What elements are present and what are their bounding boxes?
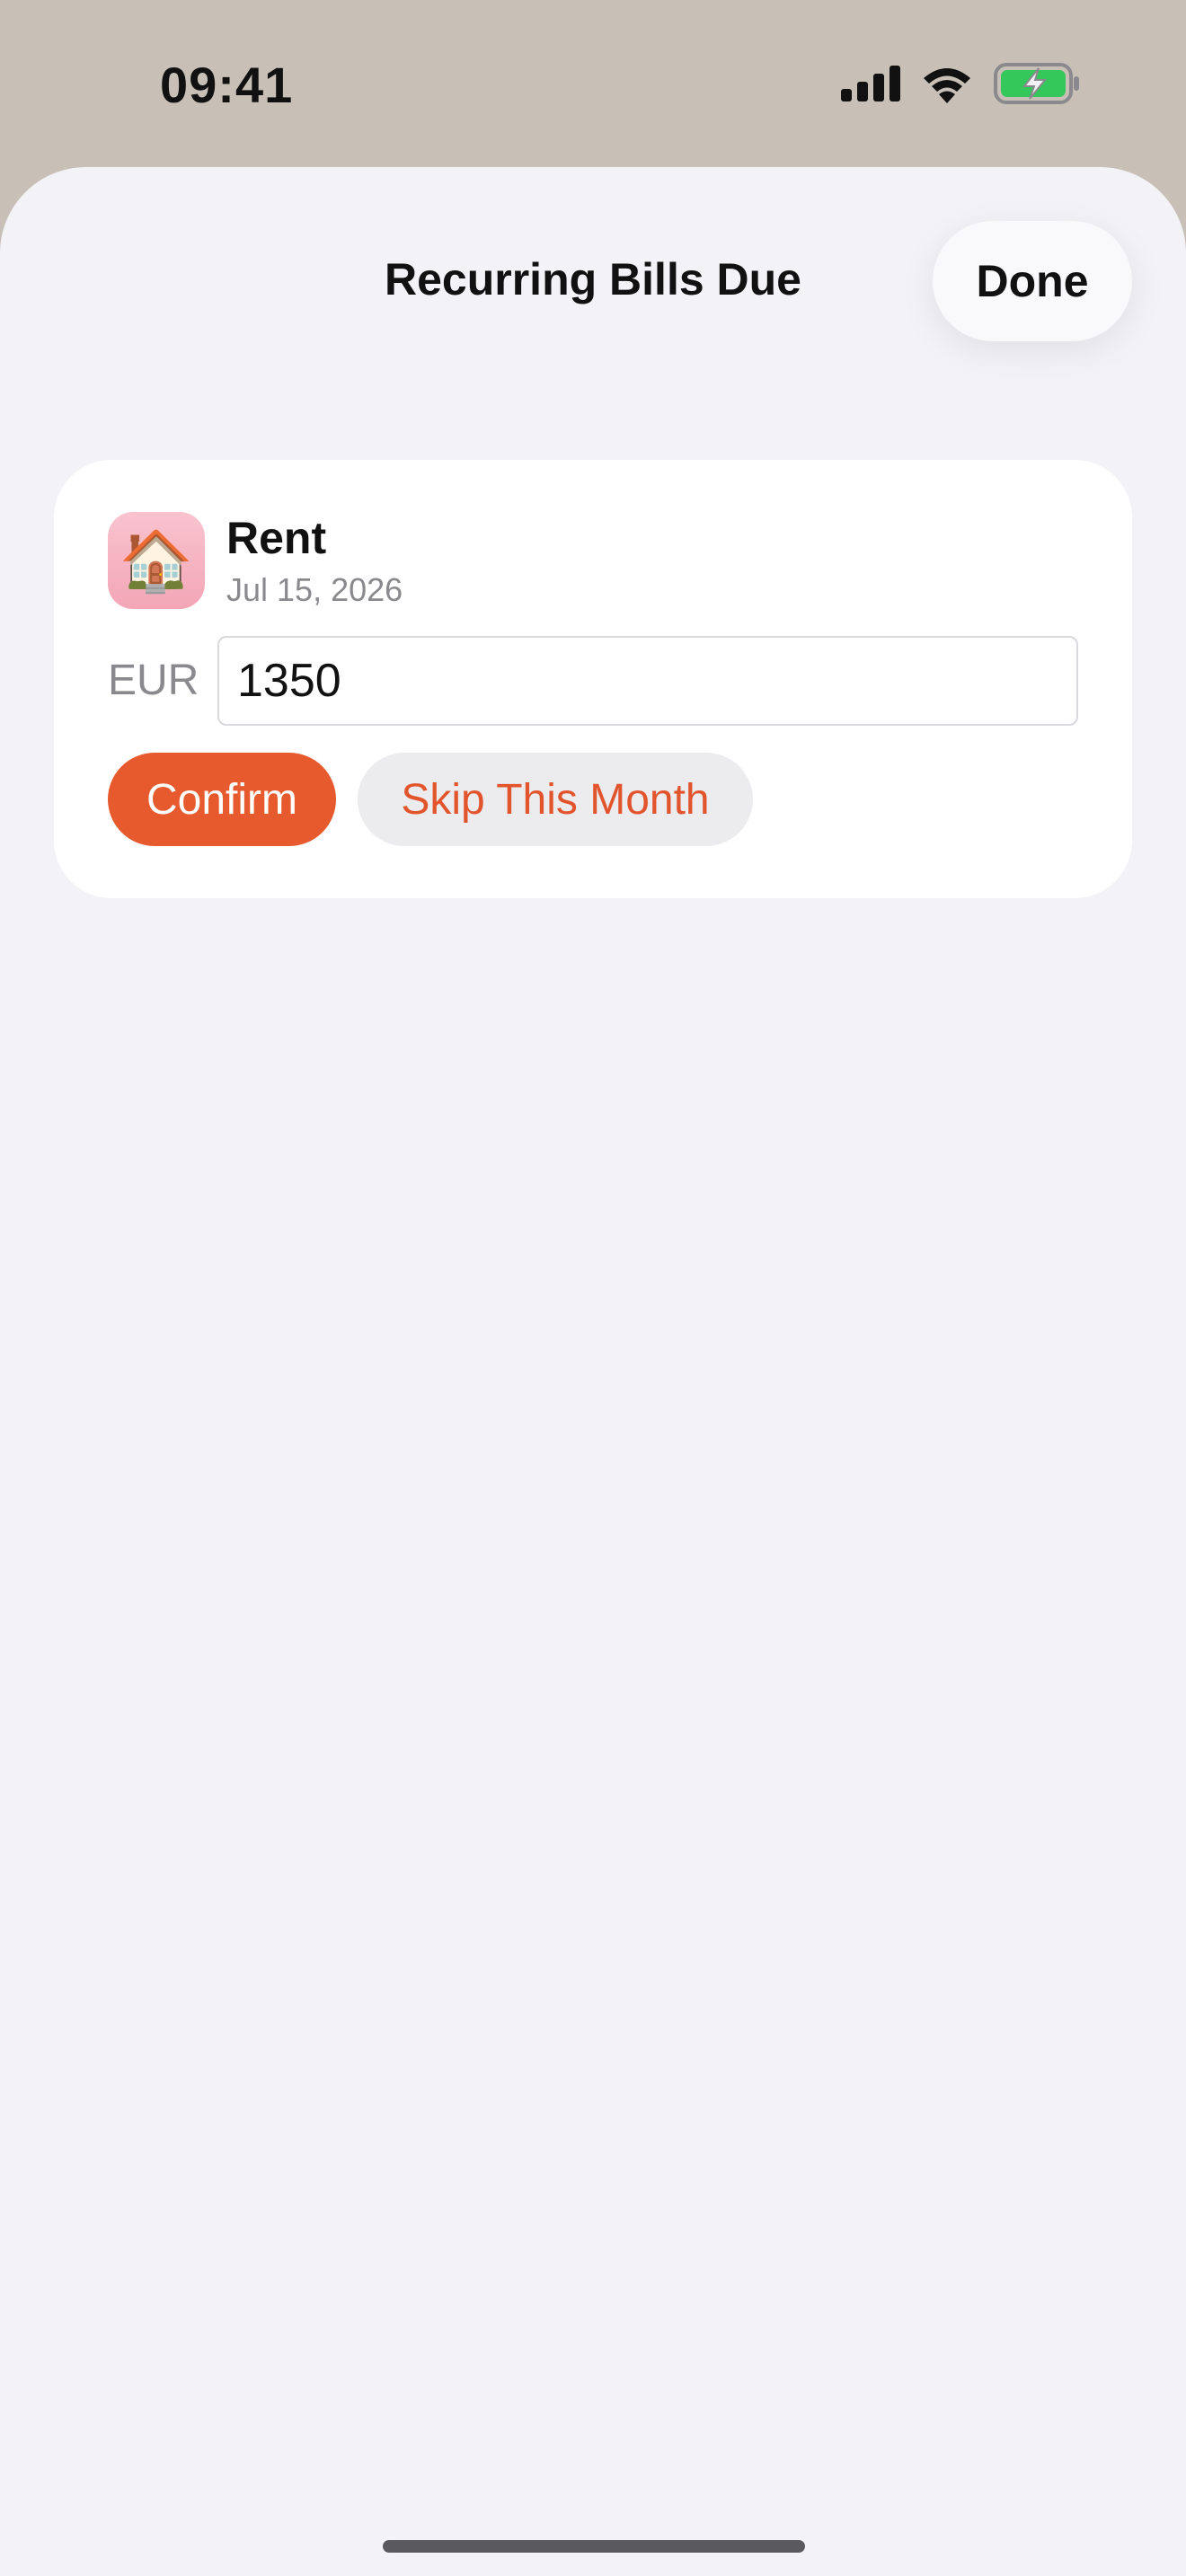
home-indicator[interactable] — [383, 2540, 805, 2553]
skip-this-month-button[interactable]: Skip This Month — [358, 753, 753, 846]
status-icons — [841, 63, 1080, 109]
status-bar: 09:41 — [0, 0, 1186, 167]
done-button[interactable]: Done — [933, 221, 1132, 341]
status-time: 09:41 — [160, 57, 294, 113]
house-glyph: 🏠 — [119, 527, 194, 594]
confirm-button[interactable]: Confirm — [108, 753, 336, 846]
bill-name: Rent — [226, 513, 327, 563]
bill-date: Jul 15, 2026 — [226, 571, 403, 608]
wifi-icon — [920, 64, 974, 108]
amount-input[interactable] — [217, 636, 1078, 726]
battery-charging-icon — [994, 63, 1080, 109]
cellular-signal-icon — [841, 66, 900, 106]
recurring-bills-sheet: Recurring Bills Due Done 🏠 Rent Jul 15, … — [0, 167, 1186, 2576]
house-icon: 🏠 — [108, 512, 205, 609]
currency-label: EUR — [108, 657, 199, 704]
bill-card: 🏠 Rent Jul 15, 2026 EUR Confirm Skip Thi… — [54, 460, 1132, 898]
